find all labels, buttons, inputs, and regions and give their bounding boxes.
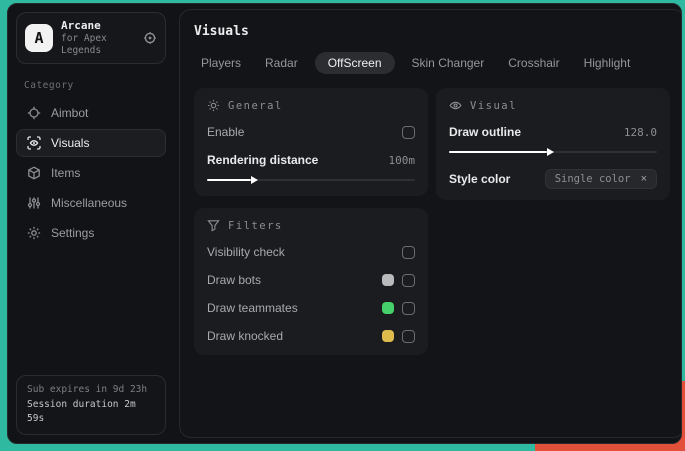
- rendering-distance-slider[interactable]: [207, 175, 415, 185]
- draw-teammates-color-swatch[interactable]: [382, 302, 394, 314]
- draw-teammates-label: Draw teammates: [207, 301, 298, 315]
- left-column: General Enable Rendering distance 100m F…: [194, 88, 428, 355]
- sidebar-item-miscellaneous[interactable]: Miscellaneous: [16, 189, 166, 217]
- visibility-check-checkbox[interactable]: [402, 245, 415, 259]
- sidebar-nav: Aimbot Visuals Items Miscellaneous Setti…: [14, 99, 168, 247]
- draw-knocked-label: Draw knocked: [207, 329, 284, 343]
- enable-checkbox[interactable]: [402, 125, 415, 139]
- draw-outline-value: 128.0: [623, 125, 657, 139]
- tab-highlight[interactable]: Highlight: [577, 52, 638, 74]
- crosshair-icon: [27, 106, 41, 120]
- slider-thumb[interactable]: [250, 176, 258, 184]
- right-column: Visual Draw outline 128.0 Style color Si…: [436, 88, 670, 200]
- draw-outline-row: Draw outline 128.0: [449, 124, 657, 140]
- app-subtitle: for Apex Legends: [61, 32, 107, 56]
- tab-crosshair[interactable]: Crosshair: [501, 52, 566, 74]
- general-card: General Enable Rendering distance 100m: [194, 88, 428, 196]
- brand-card: A Arcane for Apex Legends: [16, 12, 166, 64]
- sidebar-item-label: Miscellaneous: [51, 195, 128, 210]
- app-name: Arcane: [61, 19, 101, 32]
- eye-scan-icon: [27, 135, 41, 150]
- main-panel: Visuals Players Radar OffScreen Skin Cha…: [179, 9, 681, 438]
- slider-thumb[interactable]: [546, 148, 554, 156]
- cube-icon: [27, 165, 41, 180]
- target-icon[interactable]: [143, 31, 157, 45]
- sidebar-item-label: Settings: [51, 225, 95, 240]
- draw-outline-label: Draw outline: [449, 125, 522, 139]
- rendering-distance-row: Rendering distance 100m: [207, 152, 415, 168]
- draw-knocked-checkbox[interactable]: [402, 329, 415, 343]
- sidebar-item-visuals[interactable]: Visuals: [16, 128, 166, 157]
- filters-card: Filters Visibility check Draw bots Draw …: [194, 208, 428, 355]
- rendering-distance-label: Rendering distance: [207, 153, 319, 167]
- sidebar-item-settings[interactable]: Settings: [16, 219, 166, 247]
- eye-icon: [449, 99, 462, 112]
- draw-bots-label: Draw bots: [207, 273, 262, 287]
- general-card-header: General: [207, 99, 415, 112]
- draw-bots-color-swatch[interactable]: [382, 274, 394, 286]
- subscription-info-card: Sub expires in 9d 23h Session duration 2…: [16, 374, 166, 435]
- visual-card-title: Visual: [470, 99, 517, 112]
- visual-card: Visual Draw outline 128.0 Style color Si…: [436, 88, 670, 200]
- sliders-icon: [27, 196, 41, 210]
- sidebar-item-label: Items: [51, 165, 81, 180]
- visibility-check-controls: [402, 245, 415, 259]
- draw-teammates-controls: [382, 301, 415, 315]
- draw-knocked-row: Draw knocked: [207, 328, 415, 344]
- style-color-row: Style color Single color ×: [449, 169, 657, 189]
- page-title: Visuals: [194, 24, 249, 39]
- style-color-label: Style color: [449, 172, 511, 186]
- session-duration-text: Session duration 2m 59s: [27, 398, 136, 425]
- content-area: General Enable Rendering distance 100m F…: [194, 88, 670, 355]
- draw-bots-checkbox[interactable]: [402, 273, 415, 287]
- gear-icon: [27, 226, 41, 240]
- draw-outline-slider[interactable]: [449, 147, 657, 157]
- tab-radar[interactable]: Radar: [258, 52, 305, 74]
- enable-label: Enable: [207, 125, 245, 139]
- clear-icon[interactable]: ×: [641, 173, 647, 185]
- style-color-select[interactable]: Single color ×: [544, 169, 657, 189]
- draw-knocked-color-swatch[interactable]: [382, 330, 394, 342]
- tab-offscreen[interactable]: OffScreen: [314, 52, 395, 74]
- tab-skin-changer[interactable]: Skin Changer: [405, 52, 492, 74]
- style-color-selected-value: Single color: [554, 173, 631, 185]
- sidebar-item-aimbot[interactable]: Aimbot: [16, 99, 166, 127]
- sun-icon: [207, 99, 220, 112]
- draw-bots-controls: [382, 273, 415, 287]
- sidebar-item-label: Visuals: [51, 135, 90, 150]
- filters-card-title: Filters: [228, 219, 283, 232]
- draw-teammates-checkbox[interactable]: [402, 301, 415, 315]
- visual-card-header: Visual: [449, 99, 657, 112]
- draw-bots-row: Draw bots: [207, 272, 415, 288]
- draw-teammates-row: Draw teammates: [207, 300, 415, 316]
- slider-fill: [449, 148, 554, 156]
- visibility-check-row: Visibility check: [207, 244, 415, 260]
- category-label: Category: [24, 79, 74, 91]
- tab-players[interactable]: Players: [194, 52, 248, 74]
- filters-card-header: Filters: [207, 219, 415, 232]
- brand-text: Arcane for Apex Legends: [61, 19, 135, 57]
- draw-knocked-controls: [382, 329, 415, 343]
- sidebar-item-items[interactable]: Items: [16, 159, 166, 187]
- slider-fill: [207, 176, 258, 184]
- tab-bar: Players Radar OffScreen Skin Changer Cro…: [194, 52, 670, 74]
- general-card-title: General: [228, 99, 283, 112]
- funnel-icon: [207, 219, 220, 232]
- enable-row: Enable: [207, 124, 415, 140]
- arcane-window: A Arcane for Apex Legends Category Aimbo…: [7, 3, 682, 444]
- app-logo: A: [25, 23, 53, 52]
- sidebar: A Arcane for Apex Legends Category Aimbo…: [8, 4, 174, 443]
- sidebar-item-label: Aimbot: [51, 105, 89, 120]
- sub-expires-text: Sub expires in 9d 23h: [27, 383, 148, 395]
- visibility-check-label: Visibility check: [207, 245, 285, 259]
- rendering-distance-value: 100m: [388, 153, 416, 167]
